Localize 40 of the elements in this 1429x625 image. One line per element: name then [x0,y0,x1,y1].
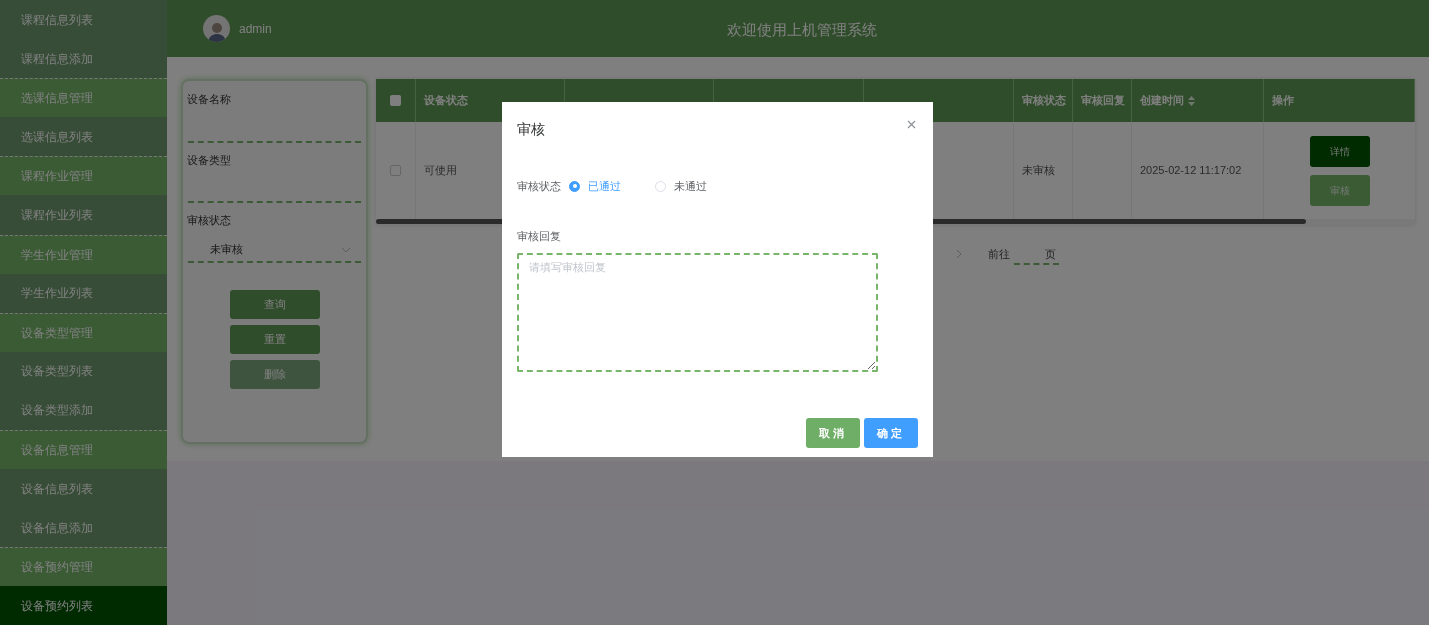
search-panel-button[interactable]: 重置 [229,324,320,354]
sidebar-item[interactable]: 学生作业管理 [0,234,167,274]
field-label: 设备类型 [187,152,232,168]
dialog-title: 审核 [517,120,545,139]
page-suffix: 页 [1045,246,1056,262]
table-cell-text: 未审核 [1022,163,1055,179]
column-header: 操作 [1272,93,1294,109]
chevron-right-icon[interactable] [956,249,962,259]
radio-option[interactable]: 未通过 [655,178,707,195]
status-select[interactable]: 未审核 [188,238,361,263]
sidebar-item[interactable]: 设备类型管理 [0,312,167,352]
sidebar-item[interactable]: 课程作业管理 [0,156,167,196]
username: admin [239,20,272,38]
page-title: 欢迎使用上机管理系统 [727,20,877,40]
field-label: 审核状态 [187,213,232,228]
reply-label: 审核回复 [517,228,562,244]
goto-label: 前往 [988,246,1010,262]
sort-icon[interactable] [1188,95,1195,106]
table-cell-text: 2025-02-12 11:17:02 [1140,163,1242,179]
row-checkbox[interactable] [390,165,401,176]
column-header: 审核状态 [1022,93,1066,109]
column-header: 审核回复 [1081,93,1125,109]
radio-button[interactable] [569,180,580,192]
row-action-button[interactable]: 详情 [1309,135,1370,167]
search-panel-button[interactable]: 查询 [229,289,320,319]
chevron-down-icon [341,246,351,253]
dialog-button[interactable]: 确定 [864,418,918,448]
sidebar-item[interactable]: 设备预约管理 [0,547,167,587]
sidebar-item[interactable]: 设备预约列表 [0,586,167,625]
select-all-checkbox[interactable] [390,95,401,106]
column-header: 设备状态 [424,93,468,109]
dialog-button[interactable]: 取消 [806,418,860,448]
table-cell-text: 可使用 [424,163,457,179]
column-header: 创建时间 [1140,92,1195,109]
close-icon[interactable] [907,120,916,129]
field-label: 设备名称 [187,92,232,107]
status-label: 审核状态 [517,179,561,194]
radio-option[interactable]: 已通过 [569,178,621,195]
sidebar-item[interactable]: 设备信息管理 [0,430,167,470]
sidebar-item[interactable]: 选课信息管理 [0,78,167,118]
